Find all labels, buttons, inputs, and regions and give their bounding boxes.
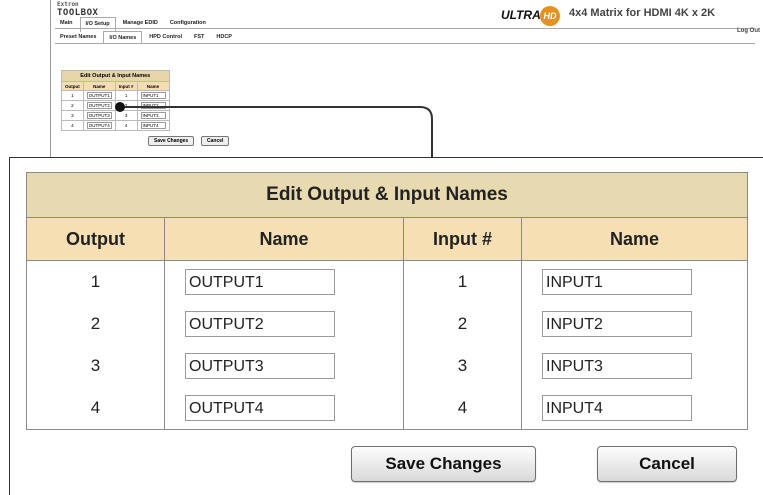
input-name-field[interactable]: INPUT4 <box>542 395 692 421</box>
mini-cancel-button[interactable]: Cancel <box>201 136 230 146</box>
mini-output-number: 2 <box>61 100 84 111</box>
output-name-field[interactable]: OUTPUT3 <box>185 353 335 379</box>
col-header-name-input: Name <box>521 217 748 261</box>
input-name-field[interactable]: INPUT3 <box>542 353 692 379</box>
input-number: 1 <box>403 260 522 303</box>
mini-save-button[interactable]: Save Changes <box>148 136 195 146</box>
toolbox-logo: Extron TOOLBOX <box>57 2 98 19</box>
output-name-field[interactable]: OUTPUT1 <box>185 269 335 295</box>
brand-ultra: ULTRA <box>501 8 541 22</box>
tab-main[interactable]: Main <box>55 17 78 32</box>
tab-io-setup[interactable]: I/O Setup <box>79 17 116 32</box>
output-name-field[interactable]: OUTPUT4 <box>185 395 335 421</box>
table-row: 1 OUTPUT1 1 INPUT1 <box>26 260 748 303</box>
app-title: 4x4 Matrix for HDMI 4K x 2K <box>569 7 716 19</box>
table-row: 3 OUTPUT3 3 INPUT3 <box>26 345 748 387</box>
tab-configuration[interactable]: Configuration <box>164 17 211 32</box>
mini-output-number: 4 <box>61 120 84 131</box>
mini-input-number: 4 <box>114 120 138 131</box>
input-name-field[interactable]: INPUT1 <box>542 269 692 295</box>
mini-input-number: 3 <box>114 110 138 121</box>
tab-manage-edid[interactable]: Manage EDID <box>117 17 163 32</box>
mini-col-name: Name <box>82 81 116 91</box>
mini-row: 3 OUTPUT3 3 INPUT3 <box>61 110 170 121</box>
input-number: 4 <box>403 387 522 430</box>
tab-divider <box>55 28 755 29</box>
mini-names-table: Edit Output & Input Names Output Name In… <box>61 70 170 131</box>
mini-output-name-field[interactable]: OUTPUT1 <box>86 92 112 99</box>
mini-input-name-field[interactable]: INPUT3 <box>140 112 166 119</box>
mini-output-name-field[interactable]: OUTPUT3 <box>86 112 112 119</box>
mini-output-number: 1 <box>61 90 84 101</box>
mini-input-number: 1 <box>114 90 138 101</box>
logout-link[interactable]: Log Out <box>737 28 760 34</box>
output-number: 2 <box>26 303 165 345</box>
mini-row: 1 OUTPUT1 1 INPUT1 <box>61 90 170 101</box>
mini-row: 4 OUTPUT4 4 INPUT4 <box>61 120 170 131</box>
mini-output-number: 3 <box>61 110 84 121</box>
table-title: Edit Output & Input Names <box>26 172 748 218</box>
mini-row: 2 OUTPUT2 2 INPUT2 <box>61 100 170 111</box>
input-number: 2 <box>403 303 522 345</box>
output-number: 3 <box>26 345 165 387</box>
brand-hd-badge: HD <box>540 6 560 26</box>
save-changes-button[interactable]: Save Changes <box>351 446 536 482</box>
mini-col-input: Input # <box>114 81 138 91</box>
input-number: 3 <box>403 345 522 387</box>
output-name-field[interactable]: OUTPUT2 <box>185 311 335 337</box>
mini-table-title: Edit Output & Input Names <box>61 70 170 82</box>
col-header-output: Output <box>26 217 165 261</box>
cancel-button[interactable]: Cancel <box>597 446 737 482</box>
mini-col-output: Output <box>61 81 84 91</box>
main-tab-bar: Main I/O Setup Manage EDID Configuration <box>55 17 211 32</box>
table-row: 2 OUTPUT2 2 INPUT2 <box>26 303 748 345</box>
mini-input-name-field[interactable]: INPUT4 <box>140 122 166 129</box>
mini-input-name-field[interactable]: INPUT2 <box>140 102 166 109</box>
output-number: 1 <box>26 260 165 303</box>
mini-input-number: 2 <box>114 100 138 111</box>
background-screenshot: Extron TOOLBOX Main I/O Setup Manage EDI… <box>50 0 763 160</box>
zoomed-editor-panel: Edit Output & Input Names Output Name In… <box>9 157 763 495</box>
col-header-name: Name <box>164 217 404 261</box>
mini-col-name2: Name <box>136 81 170 91</box>
col-header-input: Input # <box>403 217 522 261</box>
table-row: 4 OUTPUT4 4 INPUT4 <box>26 387 748 430</box>
mini-input-name-field[interactable]: INPUT1 <box>140 92 166 99</box>
mini-output-name-field[interactable]: OUTPUT2 <box>86 102 112 109</box>
subtab-divider <box>55 43 755 44</box>
output-number: 4 <box>26 387 165 430</box>
input-name-field[interactable]: INPUT2 <box>542 311 692 337</box>
names-table: Edit Output & Input Names Output Name In… <box>26 172 748 430</box>
mini-output-name-field[interactable]: OUTPUT4 <box>86 122 112 129</box>
